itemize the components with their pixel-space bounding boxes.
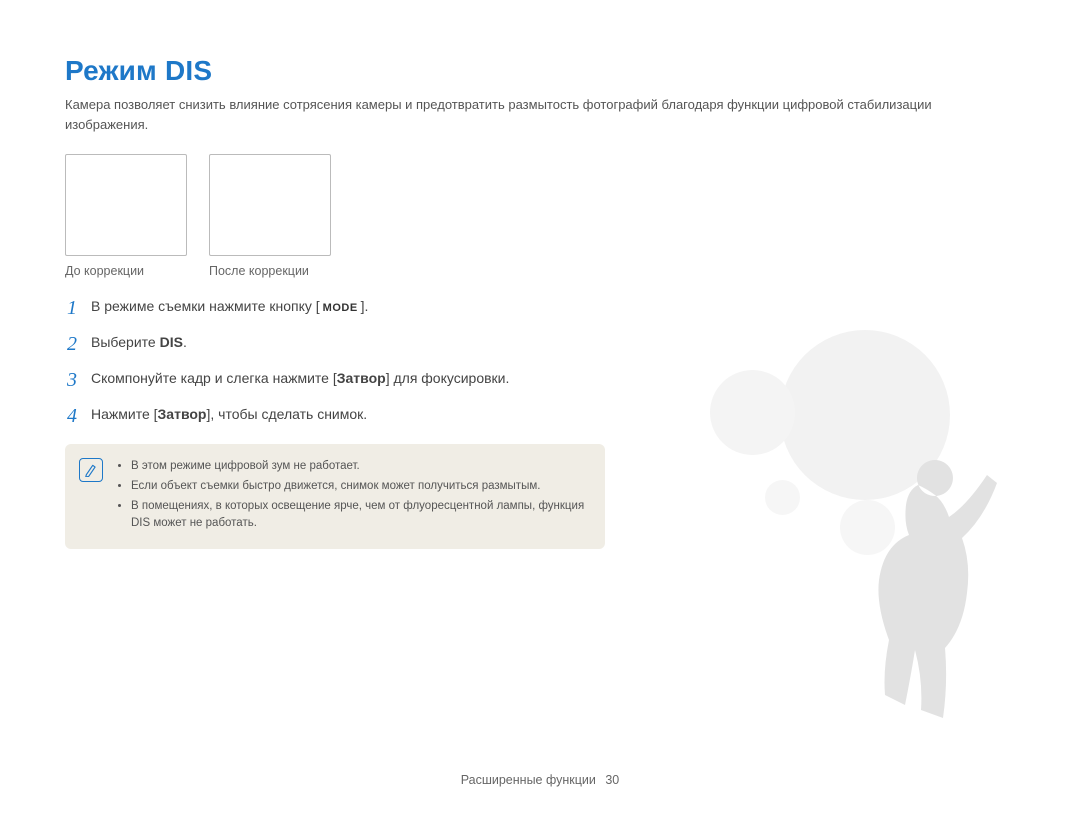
step-bold: DIS — [160, 334, 183, 350]
step-post: ], чтобы сделать снимок. — [206, 406, 367, 422]
step-1: 1 В режиме съемки нажмите кнопку [MODE]. — [65, 296, 585, 320]
footer-section: Расширенные функции — [461, 773, 596, 787]
step-bold: Затвор — [337, 370, 386, 386]
footer-page-number: 30 — [605, 773, 619, 787]
step-number: 1 — [65, 296, 79, 320]
note-icon — [79, 458, 103, 482]
step-text: Нажмите [Затвор], чтобы сделать снимок. — [91, 404, 367, 428]
step-3: 3 Скомпонуйте кадр и слегка нажмите [Зат… — [65, 368, 585, 392]
after-label: После коррекции — [209, 264, 331, 278]
step-bold: Затвор — [158, 406, 207, 422]
bubble-icon — [840, 500, 895, 555]
step-post: ] для фокусировки. — [386, 370, 510, 386]
intro-text: Камера позволяет снизить влияние сотрясе… — [65, 95, 1015, 134]
bubble-icon — [765, 480, 800, 515]
step-post: . — [183, 334, 187, 350]
before-image-placeholder — [65, 154, 187, 256]
page-title: Режим DIS — [65, 55, 1015, 87]
note-item: В помещениях, в которых освещение ярче, … — [131, 498, 589, 534]
bubble-icon — [780, 330, 950, 500]
step-text: В режиме съемки нажмите кнопку [MODE]. — [91, 296, 368, 320]
child-silhouette-icon — [840, 445, 1010, 725]
steps-list: 1 В режиме съемки нажмите кнопку [MODE].… — [65, 296, 585, 428]
before-after-row: До коррекции После коррекции — [65, 154, 1015, 278]
note-item: В этом режиме цифровой зум не работает. — [131, 458, 589, 476]
before-label: До коррекции — [65, 264, 187, 278]
after-image-placeholder — [209, 154, 331, 256]
step-2: 2 Выберите DIS. — [65, 332, 585, 356]
note-list: В этом режиме цифровой зум не работает. … — [117, 458, 589, 533]
step-text: Скомпонуйте кадр и слегка нажмите [Затво… — [91, 368, 509, 392]
page-footer: Расширенные функции 30 — [0, 773, 1080, 787]
note-item: Если объект съемки быстро движется, сним… — [131, 478, 589, 496]
step-post: ]. — [361, 298, 369, 314]
step-number: 4 — [65, 404, 79, 428]
step-number: 3 — [65, 368, 79, 392]
mode-button-label: MODE — [321, 300, 360, 317]
step-text: Выберите DIS. — [91, 332, 187, 356]
step-pre: В режиме съемки нажмите кнопку [ — [91, 298, 320, 314]
step-pre: Нажмите [ — [91, 406, 158, 422]
note-box: В этом режиме цифровой зум не работает. … — [65, 444, 605, 549]
decorative-art — [710, 330, 1040, 730]
before-slot: До коррекции — [65, 154, 187, 278]
manual-page: Режим DIS Камера позволяет снизить влиян… — [0, 0, 1080, 815]
step-pre: Скомпонуйте кадр и слегка нажмите [ — [91, 370, 337, 386]
step-4: 4 Нажмите [Затвор], чтобы сделать снимок… — [65, 404, 585, 428]
after-slot: После коррекции — [209, 154, 331, 278]
step-number: 2 — [65, 332, 79, 356]
step-pre: Выберите — [91, 334, 160, 350]
bubble-icon — [710, 370, 795, 455]
